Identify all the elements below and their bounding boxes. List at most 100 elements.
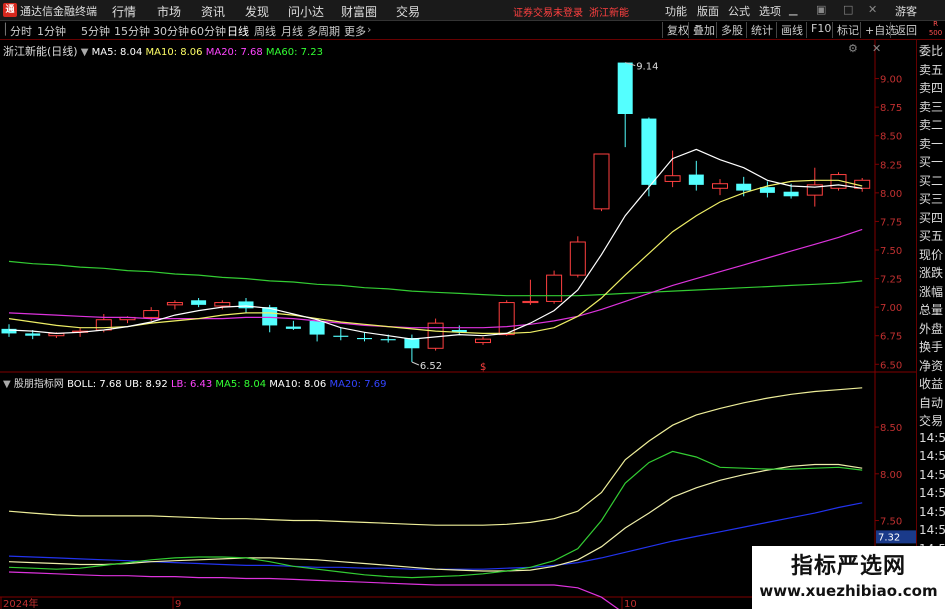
candle-body xyxy=(143,310,160,318)
side-panel-item[interactable]: 买二 xyxy=(919,172,945,189)
price-tick-label: 8.25 xyxy=(880,160,902,171)
ma5-line xyxy=(8,148,863,340)
side-panel-item[interactable]: 委比 xyxy=(919,42,945,59)
price-tick-label: 8.50 xyxy=(880,132,902,143)
side-panel-item[interactable]: 收益 xyxy=(919,375,945,392)
ub-legend: UB: 8.92 xyxy=(124,379,168,390)
side-panel-item[interactable]: 14:56 xyxy=(919,486,945,500)
ma-dropdown-icon[interactable]: ▼ xyxy=(81,47,89,58)
boll-ma10-line xyxy=(8,463,863,572)
boll-ub-line xyxy=(8,387,863,526)
side-panel-item[interactable]: 交易 xyxy=(919,412,945,429)
side-panel-item[interactable]: 卖四 xyxy=(919,79,945,96)
candle-body xyxy=(427,322,444,349)
r-badge: R 500 xyxy=(928,20,943,37)
boll-ma20-legend: MA20: 7.69 xyxy=(329,379,387,390)
side-panel-item[interactable]: 净资 xyxy=(919,357,945,374)
candle-body xyxy=(333,335,349,337)
side-panel-item[interactable]: 买五 xyxy=(919,227,945,244)
side-panel-item[interactable]: 买一 xyxy=(919,153,945,170)
boll-ma20-line xyxy=(8,502,863,570)
panel-settings-icon[interactable]: ⚙ xyxy=(848,42,858,55)
side-panel-item[interactable]: 卖五 xyxy=(919,61,945,78)
candle-body xyxy=(475,338,491,344)
candle-body xyxy=(285,326,301,329)
price-tick-label: 7.00 xyxy=(880,303,902,314)
stock-label: 浙江新能(日线) xyxy=(3,45,78,58)
indicator-source-label: 股朋指标网 xyxy=(13,379,64,390)
current-value-label: 7.32 xyxy=(878,532,900,543)
candle-body xyxy=(238,301,254,309)
side-panel-item[interactable]: 总量 xyxy=(919,301,945,318)
boll-lb-line xyxy=(8,571,620,609)
boll-tick-label: 8.00 xyxy=(880,470,902,481)
side-panel-item[interactable]: 换手 xyxy=(919,338,945,355)
candle-body xyxy=(309,320,325,335)
side-panel-item[interactable]: 14:56 xyxy=(919,505,945,519)
price-tick-label: 8.75 xyxy=(880,103,902,114)
side-panel-item[interactable]: 卖二 xyxy=(919,116,945,133)
candle-body xyxy=(617,62,633,114)
price-tick-label: 7.25 xyxy=(880,275,902,286)
panel-close-icon[interactable]: ✕ xyxy=(872,42,881,55)
candle-body xyxy=(357,338,372,340)
candle-body xyxy=(25,333,41,336)
side-panel-item[interactable]: 现价 xyxy=(919,246,945,263)
ma5-legend: MA5: 8.04 xyxy=(91,47,143,58)
boll-ma5-legend: MA5: 8.04 xyxy=(215,379,267,390)
side-panel-item[interactable]: 14:56 xyxy=(919,431,945,445)
side-panel-item[interactable]: 14:56 xyxy=(919,468,945,482)
candle-body xyxy=(214,302,231,307)
side-panel-item[interactable]: 卖三 xyxy=(919,98,945,115)
watermark-logo: 指标严选网 www.xuezhibiao.com xyxy=(752,546,945,609)
candle-body xyxy=(1,328,17,334)
indicator-dropdown-icon[interactable]: ▼ xyxy=(3,379,11,390)
side-panel-item[interactable]: 涨幅 xyxy=(919,283,945,300)
low-marker-line xyxy=(411,361,420,366)
side-panel-item[interactable]: 买三 xyxy=(919,190,945,207)
low-price-label: 6.52 xyxy=(420,361,442,372)
side-panel-item[interactable]: 涨跌 xyxy=(919,264,945,281)
price-tick-label: 6.50 xyxy=(880,360,902,371)
candle-body xyxy=(783,191,799,197)
candle-body xyxy=(498,302,515,336)
candle-body xyxy=(569,241,586,276)
price-tick-label: 7.50 xyxy=(880,246,902,257)
ma60-line xyxy=(8,260,863,297)
boll-tick-label: 8.50 xyxy=(880,423,902,434)
ma20-legend: MA20: 7.68 xyxy=(205,47,263,58)
lb-legend: LB: 6.43 xyxy=(170,379,213,390)
side-panel-item[interactable]: 卖一 xyxy=(919,135,945,152)
ma10-legend: MA10: 8.06 xyxy=(145,47,203,58)
side-panel-item[interactable]: 14:56 xyxy=(919,523,945,537)
watermark-url: www.xuezhibiao.com xyxy=(759,582,938,600)
candle-body xyxy=(664,175,681,182)
boll-ma5-line xyxy=(8,450,863,579)
quote-side-panel: 委比卖五 卖四卖三 卖二卖一 买一买二 买三买四 买五现价 涨跌涨幅 总量外盘 换手净资 收益自动… xyxy=(916,40,945,609)
side-panel-item[interactable]: 自动 xyxy=(919,394,945,411)
boll-tick-label: 7.50 xyxy=(880,517,902,528)
candle-body xyxy=(522,300,539,304)
ma20-line xyxy=(8,228,863,329)
candle-body xyxy=(166,302,183,306)
price-tick-label: 6.75 xyxy=(880,332,902,343)
candle-body xyxy=(380,339,396,341)
price-tick-label: 9.00 xyxy=(880,75,902,86)
event-marker: $ xyxy=(480,362,486,373)
candle-body xyxy=(641,118,657,185)
watermark-title: 指标严选网 xyxy=(790,554,906,579)
candle-body xyxy=(191,300,207,305)
ma10-line xyxy=(8,179,863,334)
side-panel-item[interactable]: 外盘 xyxy=(919,320,945,337)
candle-body xyxy=(593,153,610,210)
side-panel-item[interactable]: 买四 xyxy=(919,209,945,226)
price-tick-label: 7.75 xyxy=(880,217,902,228)
boll-legend: BOLL: 7.68 xyxy=(67,379,122,390)
kline-chart[interactable]: 9.14 6.52 $ 9.00 8.75 8.50 8.25 8.00 7.75 7.50 7.… xyxy=(0,0,916,609)
candle-body xyxy=(712,183,728,189)
candle-body xyxy=(736,183,752,191)
candle-body xyxy=(95,319,112,331)
ma60-legend: MA60: 7.23 xyxy=(265,47,323,58)
high-price-label: 9.14 xyxy=(636,62,658,73)
side-panel-item[interactable]: 14:56 xyxy=(919,449,945,463)
